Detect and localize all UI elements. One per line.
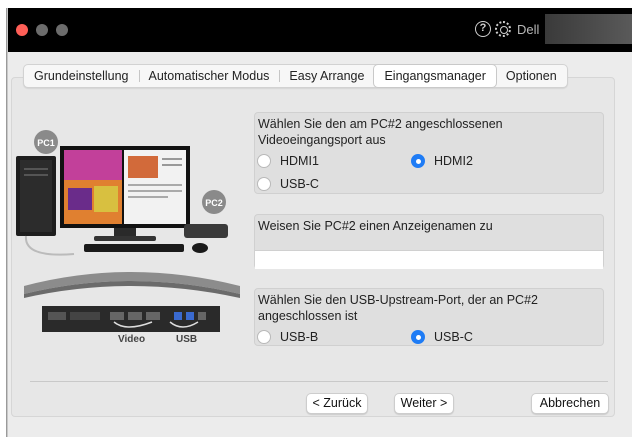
tab-optionen[interactable]: Optionen	[496, 65, 567, 87]
display-name-group: Weisen Sie PC#2 einen Anzeigenamen zu	[254, 214, 604, 269]
radio-hdmi2[interactable]: HDMI2	[411, 154, 473, 168]
cancel-button[interactable]: Abbrechen	[531, 393, 609, 414]
radio-usbb-circle[interactable]	[257, 330, 271, 344]
pc1-badge-label: PC1	[37, 138, 55, 148]
radio-usb-usbc[interactable]: USB-C	[411, 330, 473, 344]
display-name-input[interactable]	[255, 250, 603, 269]
zoom-window-button[interactable]	[56, 24, 68, 36]
display-name-question: Weisen Sie PC#2 einen Anzeigenamen zu	[258, 219, 493, 233]
radio-usb-usbc-label: USB-C	[434, 330, 473, 344]
video-port-group: Wählen Sie den am PC#2 angeschlossenen V…	[254, 112, 604, 194]
radio-hdmi2-circle[interactable]	[411, 154, 425, 168]
tab-grundeinstellung[interactable]: Grundeinstellung	[24, 65, 139, 87]
radio-hdmi1-circle[interactable]	[257, 154, 271, 168]
usb-port-label: USB	[176, 334, 197, 345]
usb-port-question: Wählen Sie den USB-Upstream-Port, der an…	[258, 293, 538, 323]
tab-easy-arrange[interactable]: Easy Arrange	[279, 65, 374, 87]
radio-hdmi1-label: HDMI1	[280, 154, 319, 168]
next-button[interactable]: Weiter >	[394, 393, 454, 414]
radio-video-usbc-label: USB-C	[280, 177, 319, 191]
radio-video-usbc-circle[interactable]	[257, 177, 271, 191]
gear-icon[interactable]	[495, 21, 511, 37]
brand-label: Dell	[517, 22, 540, 37]
background-window-edge	[0, 8, 7, 437]
tab-eingangsmanager[interactable]: Eingangsmanager	[374, 65, 496, 87]
video-port-question: Wählen Sie den am PC#2 angeschlossenen V…	[258, 117, 503, 147]
back-button[interactable]: < Zurück	[306, 393, 368, 414]
video-port-label: Video	[118, 334, 145, 345]
usb-port-group: Wählen Sie den USB-Upstream-Port, der an…	[254, 288, 604, 346]
keyboard	[84, 244, 184, 252]
tab-bar: Grundeinstellung Automatischer Modus Eas…	[23, 64, 568, 88]
redacted-area	[545, 14, 632, 44]
radio-usbb-label: USB-B	[280, 330, 319, 344]
radio-video-usbc[interactable]: USB-C	[257, 177, 319, 191]
radio-usbb[interactable]: USB-B	[257, 330, 318, 344]
help-icon[interactable]: ?	[475, 21, 491, 37]
radio-hdmi1[interactable]: HDMI1	[257, 154, 319, 168]
close-window-button[interactable]	[16, 24, 28, 36]
pc2-badge-label: PC2	[205, 198, 223, 208]
radio-hdmi2-label: HDMI2	[434, 154, 473, 168]
footer-divider	[30, 381, 608, 382]
title-bar: ? Dell	[8, 8, 632, 52]
radio-usb-usbc-circle[interactable]	[411, 330, 425, 344]
tab-automatischer-modus[interactable]: Automatischer Modus	[138, 65, 280, 87]
minimize-window-button[interactable]	[36, 24, 48, 36]
setup-illustration: PC1 PC2 Video USB	[16, 130, 240, 345]
